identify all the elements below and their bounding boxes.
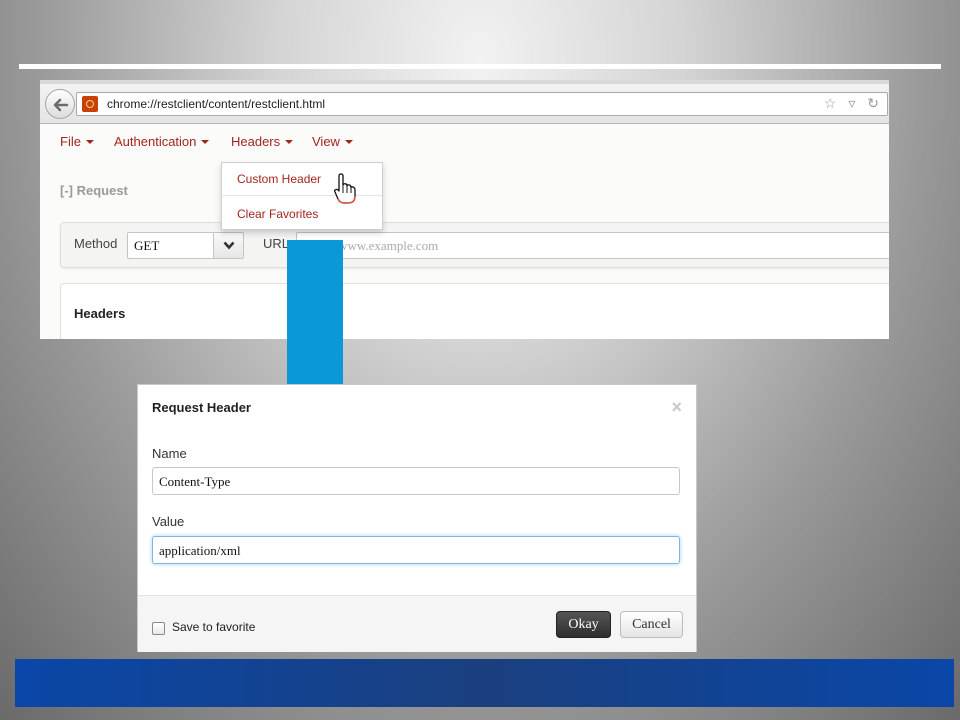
footer-band xyxy=(15,659,954,707)
site-favicon-icon xyxy=(82,96,98,112)
caret-down-icon xyxy=(285,140,294,144)
method-panel: Method GET URL http://www.example.com xyxy=(60,222,889,268)
caret-down-icon xyxy=(344,140,353,144)
hand-pointer-icon xyxy=(334,173,356,204)
okay-button[interactable]: Okay xyxy=(556,611,611,638)
dialog-footer: Save to favorite Okay Cancel xyxy=(138,595,696,652)
method-select[interactable]: GET xyxy=(127,232,244,259)
back-button[interactable] xyxy=(45,89,75,119)
navigation-bar: chrome://restclient/content/restclient.h… xyxy=(40,84,889,124)
name-field-value: Content-Type xyxy=(159,474,231,489)
request-header-dialog: Request Header × Name Content-Type Value… xyxy=(137,384,697,652)
close-icon[interactable]: × xyxy=(671,397,682,418)
method-dropdown-button[interactable] xyxy=(213,233,243,258)
save-favorite-checkbox[interactable] xyxy=(152,622,165,635)
caret-down-icon xyxy=(201,140,210,144)
headers-panel-title: Headers xyxy=(74,306,126,321)
cancel-button[interactable]: Cancel xyxy=(620,611,683,638)
save-favorite-label[interactable]: Save to favorite xyxy=(172,620,255,634)
dropdown-divider xyxy=(222,195,382,196)
menu-view-label: View xyxy=(312,134,340,149)
top-divider-line xyxy=(19,64,941,69)
headers-panel: Headers xyxy=(60,283,889,339)
menu-headers-label: Headers xyxy=(231,134,281,149)
name-field[interactable]: Content-Type xyxy=(152,467,680,495)
menu-headers[interactable]: Headers xyxy=(231,134,294,149)
address-bar[interactable]: chrome://restclient/content/restclient.h… xyxy=(76,92,888,116)
menu-view[interactable]: View xyxy=(312,134,353,149)
address-bar-url: chrome://restclient/content/restclient.h… xyxy=(107,97,326,111)
dropdown-item-custom-header[interactable]: Custom Header xyxy=(237,172,321,186)
dropdown-item-clear-favorites[interactable]: Clear Favorites xyxy=(237,207,318,221)
browser-window: chrome://restclient/content/restclient.h… xyxy=(40,80,889,339)
chevron-down-icon xyxy=(223,241,235,250)
method-value: GET xyxy=(134,238,160,253)
address-bar-icons[interactable]: ☆ ▿ ↻ xyxy=(824,95,883,112)
value-field[interactable]: application/xml xyxy=(152,536,680,564)
method-label: Method xyxy=(74,236,118,251)
request-section-toggle[interactable]: [-] Request xyxy=(60,183,128,198)
name-label: Name xyxy=(152,446,187,461)
menu-authentication-label: Authentication xyxy=(114,134,197,149)
url-input[interactable]: http://www.example.com xyxy=(296,232,889,259)
menu-authentication[interactable]: Authentication xyxy=(114,134,210,149)
value-label: Value xyxy=(152,514,185,529)
menu-file[interactable]: File xyxy=(60,134,94,149)
dialog-title: Request Header xyxy=(152,400,251,415)
value-field-value: application/xml xyxy=(159,543,241,558)
back-arrow-icon xyxy=(53,98,69,112)
caret-down-icon xyxy=(85,140,94,144)
menu-file-label: File xyxy=(60,134,81,149)
headers-dropdown-menu: Custom Header Clear Favorites xyxy=(221,162,383,230)
